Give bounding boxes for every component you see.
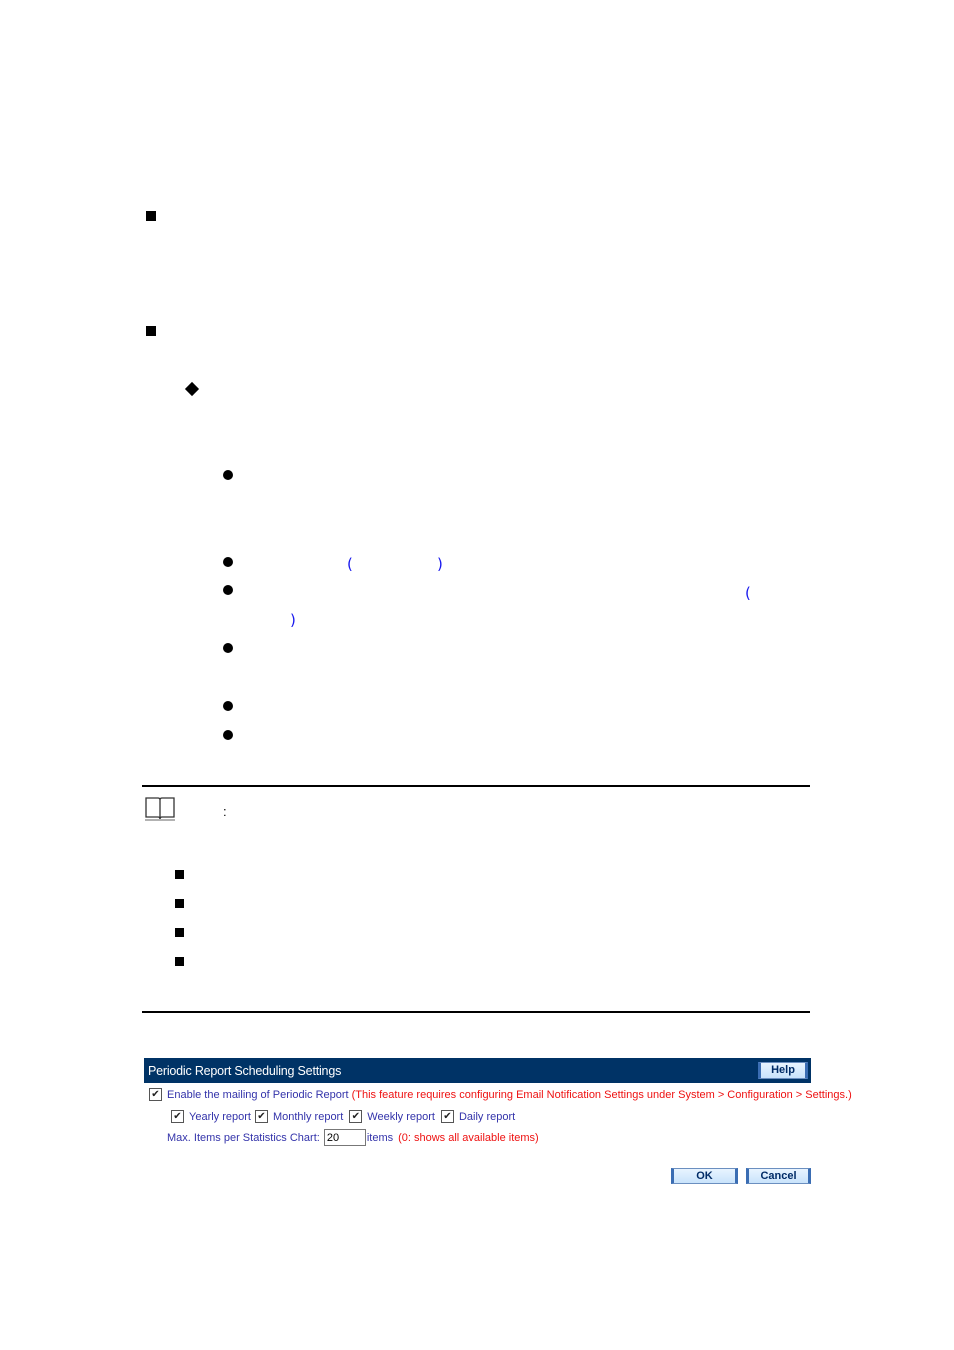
max-items-row: Max. Items per Statistics Chart: items (… (167, 1129, 539, 1146)
daily-report-label: Daily report (458, 1110, 516, 1123)
enable-mailing-label: Enable the mailing of Periodic Report (167, 1088, 349, 1101)
report-types-row: ✔ Yearly report ✔ Monthly report ✔ Weekl… (171, 1110, 515, 1123)
square-bullet-icon (175, 957, 184, 966)
email-config-warning: (This feature requires configuring Email… (351, 1088, 852, 1101)
divider (142, 785, 810, 787)
square-bullet-icon (146, 326, 156, 336)
panel-header: Periodic Report Scheduling Settings Help (144, 1058, 811, 1083)
open-parenthesis: ( (745, 584, 751, 602)
square-bullet-icon (175, 899, 184, 908)
enable-mailing-row: ✔ Enable the mailing of Periodic Report … (149, 1088, 852, 1101)
square-bullet-icon (175, 928, 184, 937)
close-parenthesis: ) (437, 555, 443, 573)
panel-title: Periodic Report Scheduling Settings (148, 1063, 342, 1078)
diamond-bullet-icon (184, 381, 200, 397)
round-bullet-icon (223, 643, 233, 653)
round-bullet-icon (223, 557, 233, 567)
cancel-button[interactable]: Cancel (746, 1168, 811, 1184)
square-bullet-icon (175, 870, 184, 879)
monthly-report-checkbox[interactable]: ✔ (254, 1110, 268, 1123)
max-items-hint: (0: shows all available items) (398, 1131, 539, 1144)
square-bullet-icon (146, 211, 156, 221)
weekly-report-checkbox[interactable]: ✔ (349, 1110, 363, 1123)
max-items-input[interactable] (323, 1129, 366, 1146)
enable-mailing-checkbox[interactable]: ✔ (149, 1088, 162, 1101)
max-items-label: Max. Items per Statistics Chart: (167, 1131, 320, 1144)
weekly-report-label: Weekly report (367, 1110, 435, 1123)
periodic-report-panel: Periodic Report Scheduling Settings Help (144, 1058, 811, 1083)
book-note-icon (145, 797, 175, 821)
note-colon: : (223, 804, 227, 819)
divider (142, 1011, 810, 1013)
max-items-unit: items (366, 1131, 394, 1144)
round-bullet-icon (223, 470, 233, 480)
open-parenthesis: ( (347, 555, 353, 573)
close-parenthesis: ) (290, 611, 296, 629)
round-bullet-icon (223, 701, 233, 711)
monthly-report-label: Monthly report (272, 1110, 344, 1123)
yearly-report-checkbox[interactable]: ✔ (171, 1110, 184, 1123)
yearly-report-label: Yearly report (189, 1110, 251, 1123)
help-button[interactable]: Help (758, 1062, 808, 1079)
ok-button[interactable]: OK (671, 1168, 738, 1184)
daily-report-checkbox[interactable]: ✔ (440, 1110, 454, 1123)
round-bullet-icon (223, 585, 233, 595)
round-bullet-icon (223, 730, 233, 740)
